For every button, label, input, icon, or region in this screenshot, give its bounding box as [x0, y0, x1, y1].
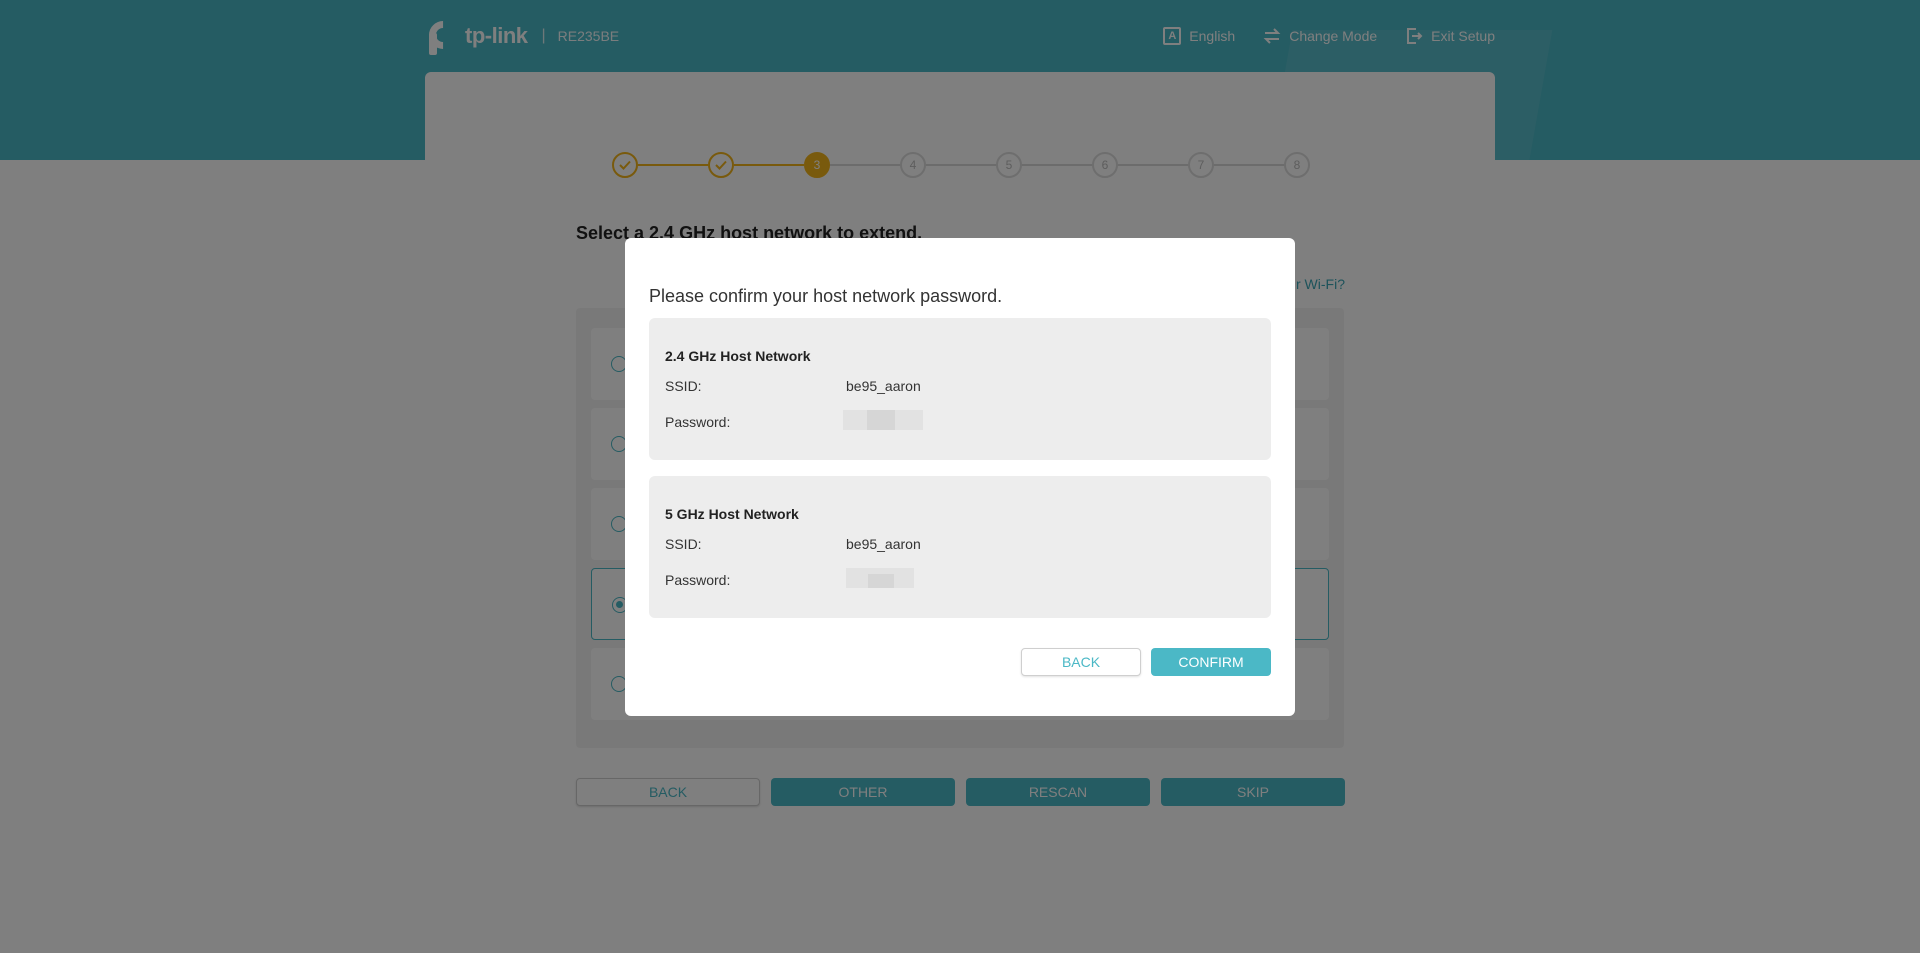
dialog-back-button[interactable]: BACK: [1021, 648, 1141, 676]
password-label: Password:: [665, 572, 731, 588]
network-title: 5 GHz Host Network: [665, 506, 799, 522]
host-network-2-4ghz: 2.4 GHz Host Network SSID: be95_aaron Pa…: [649, 318, 1271, 460]
password-masked: [843, 410, 923, 430]
network-title: 2.4 GHz Host Network: [665, 348, 811, 364]
password-label: Password:: [665, 414, 731, 430]
confirm-button[interactable]: CONFIRM: [1151, 648, 1271, 676]
password-masked: [846, 568, 914, 588]
dialog-buttons: BACK CONFIRM: [1021, 648, 1271, 676]
host-network-5ghz: 5 GHz Host Network SSID: be95_aaron Pass…: [649, 476, 1271, 618]
confirm-password-dialog: Please confirm your host network passwor…: [625, 238, 1295, 716]
ssid-value: be95_aaron: [846, 378, 921, 394]
ssid-label: SSID:: [665, 536, 702, 552]
ssid-value: be95_aaron: [846, 536, 921, 552]
ssid-label: SSID:: [665, 378, 702, 394]
dialog-title: Please confirm your host network passwor…: [649, 286, 1003, 306]
